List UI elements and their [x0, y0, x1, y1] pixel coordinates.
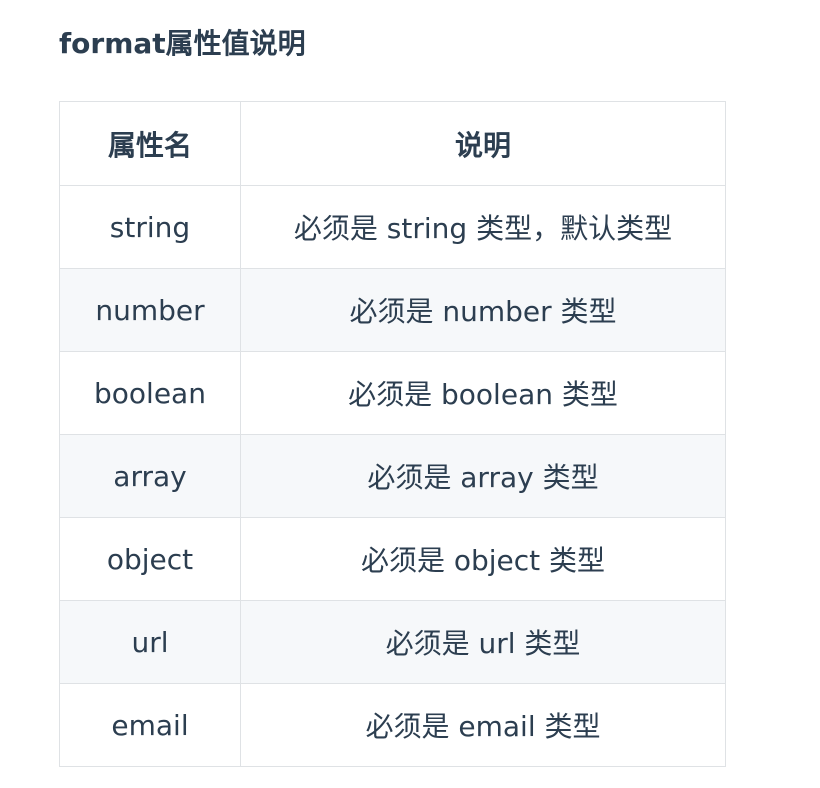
attribute-name-cell: boolean: [59, 351, 241, 435]
attribute-description-cell: 必须是 url 类型: [240, 600, 726, 684]
attribute-name-cell: array: [59, 434, 241, 518]
attribute-description-cell: 必须是 boolean 类型: [240, 351, 726, 435]
attribute-name-cell: email: [59, 683, 241, 767]
table-row: email 必须是 email 类型: [59, 683, 726, 767]
attribute-name-cell: string: [59, 185, 241, 269]
column-header-attribute-name: 属性名: [59, 101, 241, 186]
attribute-description-cell: 必须是 object 类型: [240, 517, 726, 601]
table-row: url 必须是 url 类型: [59, 600, 726, 684]
section-heading: format属性值说明: [59, 27, 306, 60]
column-header-description: 说明: [240, 101, 726, 186]
format-attribute-table: 属性名 说明 string 必须是 string 类型，默认类型 number …: [59, 101, 726, 767]
attribute-description-cell: 必须是 email 类型: [240, 683, 726, 767]
attribute-name-cell: number: [59, 268, 241, 352]
table-header-row: 属性名 说明: [59, 101, 726, 186]
attribute-name-cell: url: [59, 600, 241, 684]
table-row: number 必须是 number 类型: [59, 268, 726, 352]
table-row: string 必须是 string 类型，默认类型: [59, 185, 726, 269]
table-row: array 必须是 array 类型: [59, 434, 726, 518]
attribute-description-cell: 必须是 string 类型，默认类型: [240, 185, 726, 269]
attribute-description-cell: 必须是 number 类型: [240, 268, 726, 352]
table-row: object 必须是 object 类型: [59, 517, 726, 601]
table-row: boolean 必须是 boolean 类型: [59, 351, 726, 435]
attribute-description-cell: 必须是 array 类型: [240, 434, 726, 518]
attribute-name-cell: object: [59, 517, 241, 601]
